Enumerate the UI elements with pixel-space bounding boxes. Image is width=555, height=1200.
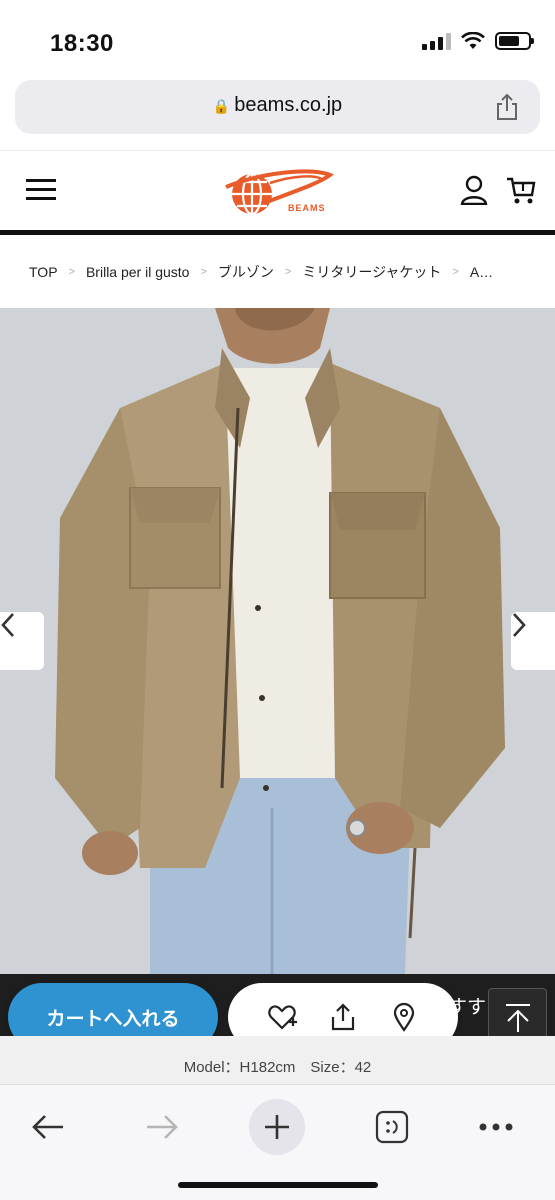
more-button[interactable]	[468, 1099, 524, 1155]
new-tab-button[interactable]	[249, 1099, 305, 1155]
user-icon[interactable]	[460, 175, 488, 205]
breadcrumb-separator: >	[284, 266, 292, 278]
chevron-left-icon	[1, 613, 14, 637]
heart-plus-icon[interactable]	[267, 1002, 298, 1032]
arrow-up-icon	[505, 1003, 530, 1032]
plus-icon	[265, 1115, 289, 1139]
header-divider	[0, 230, 555, 235]
more-dots-icon	[479, 1123, 513, 1131]
breadcrumb-separator: >	[68, 266, 75, 278]
arrow-left-icon	[32, 1115, 63, 1139]
breadcrumb-item-top[interactable]: TOP	[29, 264, 58, 280]
address-bar[interactable]: 🔒 beams.co.jp	[15, 80, 540, 134]
battery-icon	[495, 32, 534, 50]
menu-icon[interactable]	[26, 179, 56, 201]
wifi-icon	[461, 32, 485, 49]
url-display[interactable]: 🔒 beams.co.jp	[15, 94, 540, 117]
share-icon[interactable]	[328, 1002, 358, 1032]
breadcrumb-item-current[interactable]: A…	[470, 264, 493, 280]
breadcrumb: TOP > Brilla per il gusto > ブルゾン > ミリタリー…	[0, 236, 555, 308]
share-icon[interactable]	[494, 92, 520, 122]
cellular-signal-icon	[422, 32, 451, 50]
status-time: 18:30	[50, 30, 114, 57]
breadcrumb-separator: >	[452, 266, 459, 278]
breadcrumb-item-subcategory[interactable]: ミリタリージャケット	[302, 262, 441, 282]
location-pin-icon[interactable]	[389, 1002, 419, 1032]
back-button[interactable]	[20, 1099, 76, 1155]
logo-text: BEAMS	[288, 203, 326, 213]
next-image-button[interactable]	[511, 612, 555, 670]
arrow-right-icon	[147, 1115, 178, 1139]
home-indicator	[178, 1182, 378, 1188]
cart-icon[interactable]	[506, 175, 536, 205]
tabs-button[interactable]	[364, 1099, 420, 1155]
chevron-right-icon	[513, 613, 526, 637]
status-bar: 18:30	[0, 0, 555, 80]
model-info: Model：H182cm Size：42	[0, 1036, 555, 1084]
site-header: BEAMS	[0, 150, 555, 232]
beams-logo[interactable]	[220, 163, 335, 225]
prev-image-button[interactable]	[0, 612, 44, 670]
status-icons	[422, 32, 534, 50]
url-text: beams.co.jp	[234, 94, 343, 116]
forward-button[interactable]	[134, 1099, 190, 1155]
tabs-icon	[375, 1110, 409, 1144]
browser-toolbar	[0, 1084, 555, 1200]
breadcrumb-separator: >	[200, 266, 207, 278]
product-photo-illustration	[0, 308, 555, 974]
product-image[interactable]	[0, 308, 555, 974]
breadcrumb-item-category[interactable]: ブルゾン	[218, 262, 274, 282]
lock-icon: 🔒	[212, 98, 231, 114]
breadcrumb-item-brand[interactable]: Brilla per il gusto	[86, 264, 190, 280]
